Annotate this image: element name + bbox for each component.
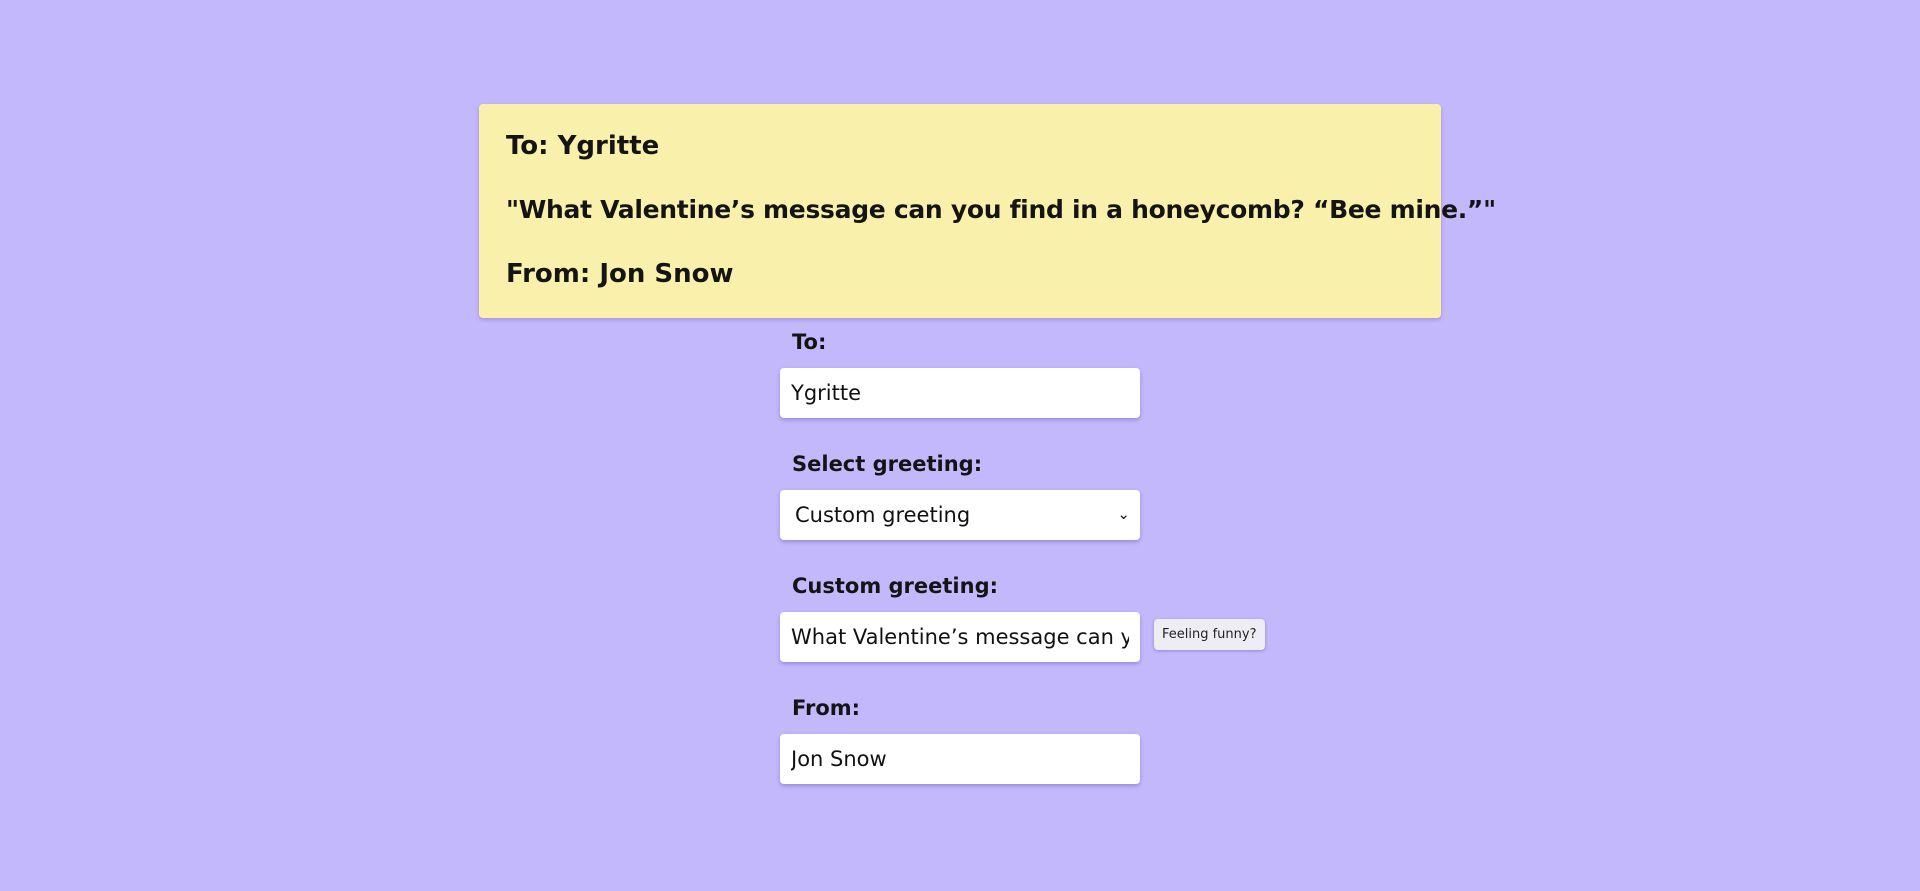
card-from-line: From: Jon Snow (506, 259, 734, 289)
valentine-card-preview: To: Ygritte "What Valentine’s message ca… (479, 104, 1496, 318)
custom-greeting-label: Custom greeting: (792, 574, 999, 598)
to-input[interactable] (780, 368, 1140, 418)
from-field-row (780, 734, 1260, 786)
from-input[interactable] (780, 734, 1140, 784)
custom-greeting-input[interactable] (780, 612, 1140, 662)
custom-greeting-row: Feeling funny? (780, 612, 1265, 664)
to-label: To: (792, 330, 827, 354)
from-label: From: (792, 696, 861, 720)
select-greeting-label: Select greeting: (792, 452, 983, 476)
feeling-funny-button[interactable]: Feeling funny? (1154, 619, 1265, 650)
card-greeting-line: "What Valentine’s message can you find i… (506, 195, 1496, 224)
greeting-select-value: Custom greeting (795, 503, 971, 527)
select-greeting-row: Custom greeting ⌄ (780, 490, 1260, 542)
card-to-line: To: Ygritte (506, 131, 660, 161)
to-field-row (780, 368, 1260, 420)
chevron-down-icon: ⌄ (1117, 504, 1130, 523)
greeting-select[interactable]: Custom greeting ⌄ (780, 490, 1140, 540)
card-form: To: Select greeting: Custom greeting ⌄ C… (780, 326, 1265, 786)
